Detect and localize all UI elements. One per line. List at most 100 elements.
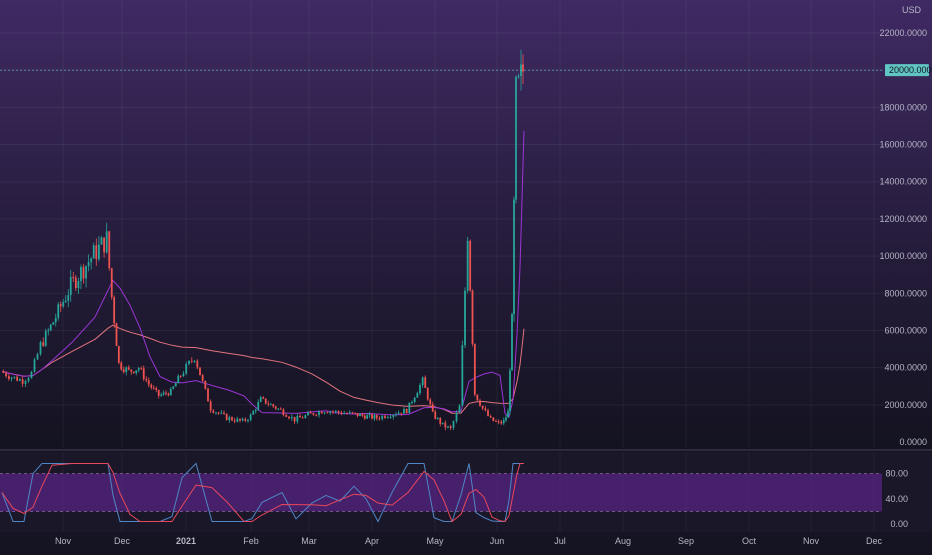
candle-up — [169, 388, 172, 396]
candle-down — [59, 304, 62, 307]
candle-up — [447, 426, 449, 428]
candle-down — [201, 375, 204, 381]
candle-up — [466, 240, 469, 291]
candle-down — [127, 367, 130, 370]
candle-down — [264, 398, 267, 404]
candle-up — [85, 266, 87, 279]
candle-down — [375, 415, 378, 419]
candle-up — [162, 392, 165, 395]
candle-up — [259, 397, 262, 403]
candle-up — [185, 363, 188, 374]
candle-down — [285, 415, 288, 417]
time-axis-label: Aug — [615, 536, 631, 546]
candle-up — [452, 421, 455, 428]
candle-down — [288, 416, 290, 419]
candle-up — [77, 280, 80, 289]
candle-up — [69, 277, 72, 296]
candle-down — [332, 411, 334, 413]
candle-down — [157, 389, 160, 396]
candle-down — [484, 408, 487, 411]
candle-down — [82, 266, 85, 279]
candle-up — [416, 393, 419, 398]
candle-up — [52, 322, 55, 325]
candle-down — [361, 413, 364, 416]
candle-down — [495, 421, 497, 423]
price-axis-label: 14000.0000 — [879, 177, 927, 187]
candle-up — [397, 412, 400, 415]
candle-up — [137, 368, 140, 371]
trading-chart[interactable]: USD 22000.0000 18000.0000 16000.0000 14000.… — [0, 0, 932, 550]
candle-up — [269, 404, 272, 406]
candle-down — [74, 277, 77, 289]
candle-up — [98, 244, 100, 260]
candle-down — [479, 400, 481, 406]
candle-down — [115, 323, 118, 346]
candle-up — [247, 419, 249, 421]
candle-down — [150, 384, 153, 388]
current-price-tag-text: 20000.0000 — [889, 65, 932, 75]
candle-up — [509, 370, 511, 412]
stochastic-band — [0, 473, 882, 512]
time-axis-label: Mar — [301, 536, 317, 546]
candle-down — [354, 412, 357, 414]
candle-up — [236, 418, 239, 422]
candle-up — [80, 266, 82, 281]
candle-up — [47, 330, 50, 332]
candle-up — [125, 367, 128, 373]
candle-up — [24, 381, 27, 384]
candle-up — [39, 342, 42, 355]
candle-down — [326, 412, 329, 414]
candle-up — [215, 412, 217, 414]
price-axis-label: 6000.0000 — [884, 325, 927, 335]
candle-down — [262, 397, 265, 399]
candle-down — [204, 380, 207, 389]
candle-down — [426, 387, 429, 400]
candle-down — [155, 388, 158, 390]
candle-down — [444, 422, 447, 428]
candle-up — [421, 377, 424, 386]
candle-up — [13, 376, 16, 378]
candle-down — [487, 410, 489, 416]
current-price-tag: 20000.0000 — [885, 64, 932, 77]
candle-up — [373, 415, 376, 419]
price-axis-label: 12000.0000 — [879, 214, 927, 224]
candle-down — [217, 412, 220, 414]
candle-up — [92, 245, 95, 259]
candle-down — [5, 372, 8, 377]
time-axis-label: Dec — [866, 536, 883, 546]
candle-down — [434, 411, 437, 419]
time-axis-label: 2021 — [176, 536, 196, 546]
candle-up — [458, 405, 461, 413]
candle-up — [188, 360, 190, 364]
candle-up — [366, 415, 369, 419]
price-axis-label: 4000.0000 — [884, 363, 927, 373]
candle-up — [182, 373, 185, 376]
candle-down — [449, 426, 452, 428]
candle-up — [464, 290, 466, 346]
candle-up — [49, 324, 52, 331]
candle-down — [439, 418, 442, 424]
candle-down — [95, 245, 98, 260]
time-axis-label: Apr — [365, 536, 379, 546]
candle-down — [424, 377, 427, 388]
candle-up — [389, 416, 392, 418]
candle-up — [461, 345, 464, 406]
candle-down — [293, 416, 296, 422]
candle-down — [309, 412, 312, 414]
candle-down — [239, 418, 241, 421]
candle-down — [142, 368, 145, 380]
candle-down — [113, 297, 116, 324]
price-axis-label: 2000.0000 — [884, 400, 927, 410]
candle-up — [135, 370, 138, 374]
candle-down — [147, 380, 150, 385]
candle-down — [320, 411, 323, 414]
candle-up — [368, 414, 371, 416]
candle-up — [67, 295, 70, 301]
candle-down — [378, 418, 381, 420]
candle-up — [513, 199, 515, 315]
candle-down — [2, 371, 5, 373]
candle-down — [429, 399, 432, 405]
price-axis-label: 22000.0000 — [879, 28, 927, 38]
candle-up — [348, 412, 351, 414]
candle-down — [476, 394, 479, 401]
